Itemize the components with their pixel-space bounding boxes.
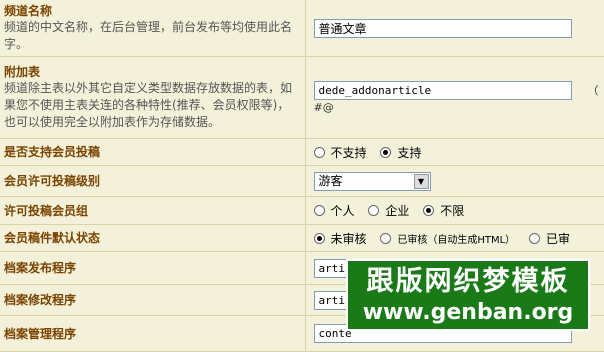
option-personal[interactable]: 个人 [313, 204, 355, 218]
selected-value: 游客 [318, 173, 343, 188]
option-label: 已审 [546, 231, 571, 246]
member-level-select[interactable]: 游客 ▼ [313, 171, 431, 191]
radio-button[interactable] [368, 205, 380, 216]
option-label: 企业 [385, 204, 410, 218]
option-label: 不限 [440, 204, 465, 218]
option-reviewed-2[interactable]: 已审 [529, 232, 570, 246]
row-addon-table: 附加表 频道除主表以外其它自定义类型数据存放数据的表，如果您不使用主表关连的各种… [0, 56, 604, 139]
radio-button-checked[interactable] [313, 232, 325, 244]
field-cell: 个人 企业 不限 [305, 196, 604, 225]
field-cell: （ #@ [305, 56, 604, 139]
field-title: 档案发布程序 [4, 261, 77, 275]
row-member-group: 许可投稿会员组 个人 企业 不限 [0, 196, 604, 225]
field-title: 会员许可投稿级别 [4, 174, 101, 188]
label-cell: 频道名称 频道的中文名称，在后台管理，前台发布等均使用此名字。 [0, 0, 306, 57]
field-description: 频道除主表以外其它自定义类型数据存放数据的表，如果您不使用主表关连的各种特性(推… [4, 81, 293, 129]
radio-button[interactable] [529, 232, 540, 244]
label-cell: 档案发布程序 [0, 251, 306, 285]
radio-button-checked[interactable] [423, 205, 435, 216]
radio-button[interactable] [380, 232, 392, 244]
label-cell: 是否支持会员投稿 [0, 138, 306, 166]
field-title: 档案管理程序 [4, 326, 77, 341]
option-reviewed[interactable]: 已审核（自动生成HTML） [380, 232, 515, 246]
option-label: 未审核 [330, 231, 367, 246]
option-label: 已审核（自动生成HTML） [397, 234, 516, 246]
field-title: 许可投稿会员组 [4, 203, 89, 218]
field-title: 附加表 [4, 65, 41, 79]
watermark-url: www.genban.org [362, 300, 574, 325]
label-cell: 附加表 频道除主表以外其它自定义类型数据存放数据的表，如果您不使用主表关连的各种… [0, 56, 306, 139]
label-cell: 会员许可投稿级别 [0, 165, 306, 197]
radio-button-checked[interactable] [380, 146, 392, 158]
field-title: 会员稿件默认状态 [4, 231, 101, 245]
option-label: 不支持 [330, 145, 367, 160]
row-channel-name: 频道名称 频道的中文名称，在后台管理，前台发布等均使用此名字。 [0, 0, 604, 57]
option-label: 个人 [330, 204, 355, 218]
field-cell [305, 0, 604, 57]
watermark-logo: 跟版网织梦模板 www.genban.org [346, 259, 590, 331]
addon-table-input[interactable] [313, 81, 572, 100]
radio-button[interactable] [313, 146, 325, 158]
field-cell: 未审核 已审核（自动生成HTML） 已审 [305, 224, 604, 252]
row-member-submit: 是否支持会员投稿 不支持 支持 [0, 138, 604, 166]
row-member-level: 会员许可投稿级别 游客 ▼ [0, 165, 604, 197]
option-not-supported[interactable]: 不支持 [313, 145, 367, 160]
option-unreviewed[interactable]: 未审核 [313, 231, 367, 246]
label-cell: 许可投稿会员组 [0, 196, 306, 225]
option-unlimited[interactable]: 不限 [423, 204, 464, 218]
label-cell: 会员稿件默认状态 [0, 224, 306, 252]
option-enterprise[interactable]: 企业 [368, 204, 409, 218]
field-cell: 不支持 支持 [305, 138, 604, 166]
option-label: 支持 [397, 145, 422, 160]
field-description: 频道的中文名称，在后台管理，前台发布等均使用此名字。 [4, 20, 293, 51]
option-supported[interactable]: 支持 [380, 146, 421, 160]
field-cell: 游客 ▼ [305, 165, 604, 197]
channel-name-input[interactable] [313, 18, 572, 38]
field-title: 档案修改程序 [4, 293, 77, 307]
label-cell: 档案修改程序 [0, 284, 306, 316]
dropdown-arrow-icon[interactable]: ▼ [413, 173, 429, 189]
watermark-title: 跟版网织梦模板 [366, 266, 570, 297]
field-title: 是否支持会员投稿 [4, 145, 101, 159]
row-default-status: 会员稿件默认状态 未审核 已审核（自动生成HTML） 已审 [0, 224, 604, 252]
label-cell: 档案管理程序 [0, 315, 306, 352]
field-title: 频道名称 [4, 4, 53, 18]
radio-button[interactable] [313, 205, 325, 216]
